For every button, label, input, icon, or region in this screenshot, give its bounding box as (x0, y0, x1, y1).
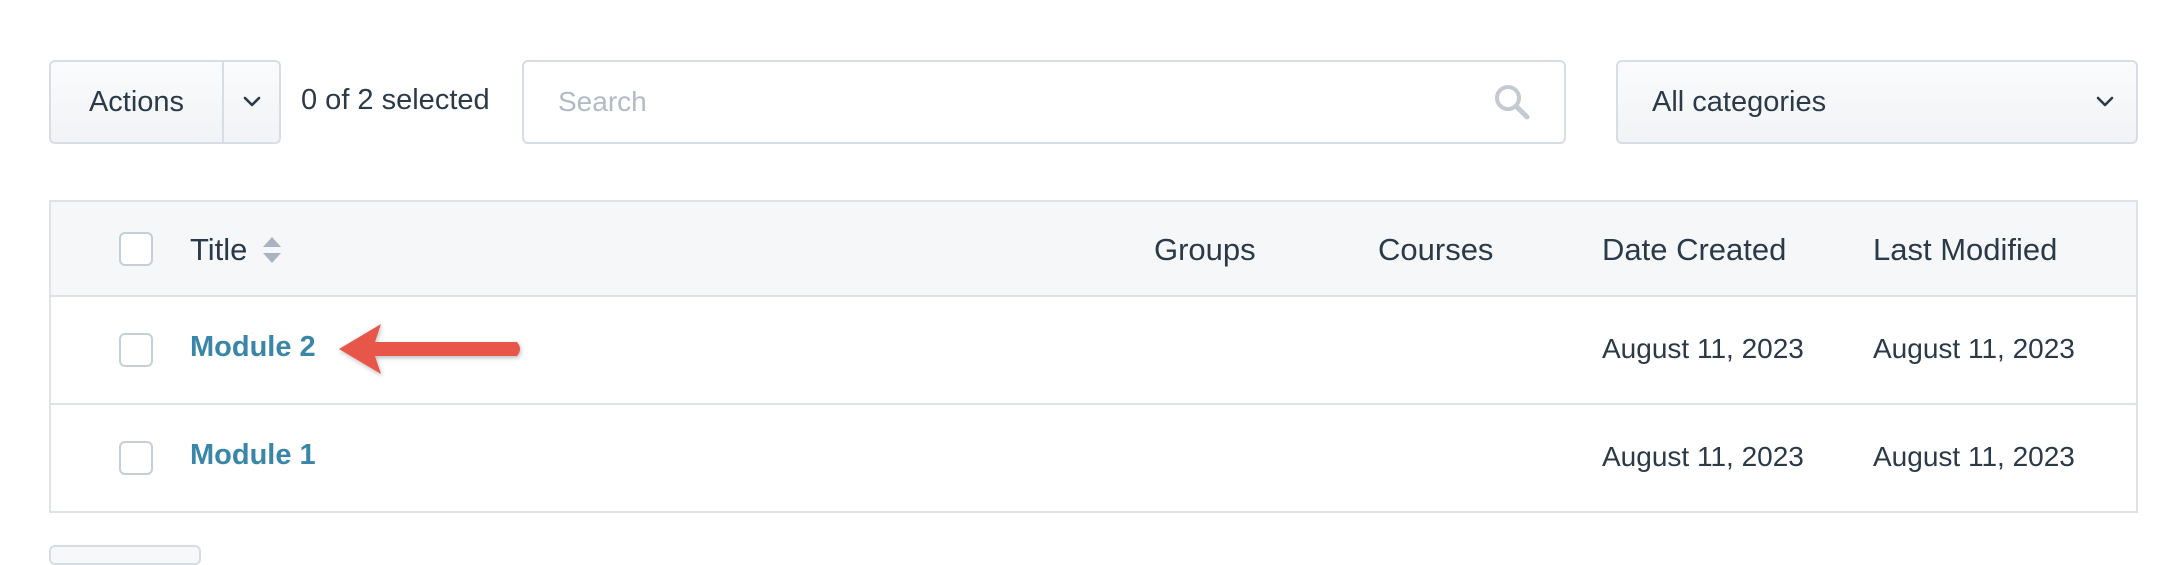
module-title-link[interactable]: Module 2 (190, 331, 316, 364)
actions-button[interactable]: Actions (51, 62, 224, 142)
column-header-title[interactable]: Title (190, 232, 283, 268)
pagination-control[interactable] (49, 545, 201, 565)
select-all-checkbox[interactable] (119, 232, 153, 266)
row-checkbox[interactable] (119, 441, 153, 475)
search-icon[interactable] (1492, 82, 1532, 122)
last-modified-cell: August 11, 2023 (1873, 333, 2075, 364)
column-header-last-modified: Last Modified (1873, 232, 2058, 267)
arrow-left-icon (339, 324, 520, 374)
actions-label: Actions (88, 85, 185, 118)
table-header: Title Groups Courses Date Created Last M… (51, 202, 2136, 297)
column-title-label: Title (190, 232, 248, 267)
module-title-link[interactable]: Module 1 (190, 439, 316, 472)
actions-dropdown[interactable]: Actions (49, 60, 281, 144)
category-select[interactable]: All categories (1616, 60, 2138, 144)
actions-caret-button[interactable] (224, 62, 279, 142)
sort-icon[interactable] (261, 234, 283, 266)
last-modified-cell: August 11, 2023 (1873, 441, 2075, 472)
chevron-down-icon (2096, 96, 2114, 107)
search-box[interactable] (522, 60, 1566, 144)
search-input[interactable] (524, 85, 1492, 119)
category-select-value: All categories (1652, 85, 1827, 118)
date-created-cell: August 11, 2023 (1602, 333, 1804, 364)
column-header-courses: Courses (1378, 232, 1494, 267)
date-created-cell: August 11, 2023 (1602, 441, 1804, 472)
selected-count: 0 of 2 selected (301, 84, 490, 116)
column-header-date-created: Date Created (1602, 232, 1787, 267)
row-checkbox[interactable] (119, 333, 153, 367)
table-row: Module 1 August 11, 2023 August 11, 2023 (51, 405, 2136, 513)
column-header-groups: Groups (1154, 232, 1256, 267)
chevron-down-icon (243, 96, 260, 107)
